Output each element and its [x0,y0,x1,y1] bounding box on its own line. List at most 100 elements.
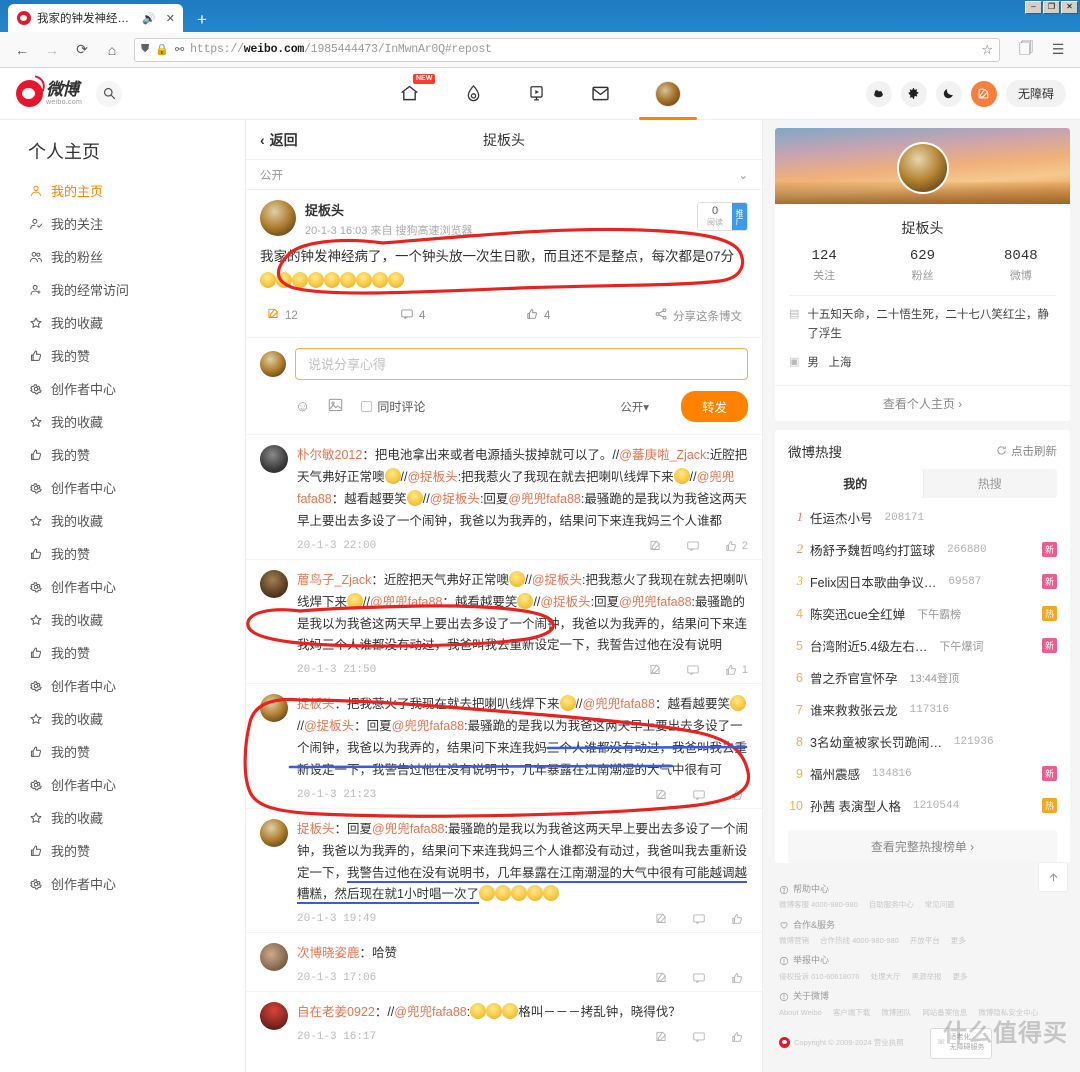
lock-icon[interactable]: 🔒 [155,43,169,56]
sidebar-item-13[interactable]: 我的收藏 [0,603,245,636]
comment-repost-button[interactable] [648,663,662,677]
profile-stat-粉丝[interactable]: 629 粉丝 [873,248,971,283]
sidebar-item-17[interactable]: 我的赞 [0,735,245,768]
footer-link[interactable]: About Weibo [779,1007,822,1018]
smiley-icon[interactable]: ☺ [295,398,310,415]
back-to-top-button[interactable] [1038,862,1068,892]
window-close-button[interactable]: ✕ [1061,1,1078,14]
sidebar-item-7[interactable]: 我的收藏 [0,405,245,438]
home-icon[interactable]: ⌂ [98,37,126,63]
hotsearch-keyword[interactable]: 任运杰小号 [810,508,873,527]
promo-badge[interactable]: 推广 [732,203,747,231]
hotsearch-item[interactable]: 5 台湾附近5.4级左右… 下午爆词 新 [775,630,1070,662]
hotsearch-keyword[interactable]: 陈奕迅cue全红婵 [810,604,905,623]
comment-author[interactable]: 朴尔敏2012 [297,448,362,462]
search-icon[interactable] [96,80,123,107]
comment-repost-button[interactable] [648,539,662,553]
footer-link[interactable]: 合作热线 4000-980-980 [820,935,899,946]
sidebar-item-1[interactable]: 我的关注 [0,207,245,240]
sidebar-item-9[interactable]: 创作者中心 [0,471,245,504]
comment-author[interactable]: 捉板头 [297,822,335,836]
mention-link[interactable]: @捉板头 [407,470,457,484]
back-button[interactable]: ‹ 返回 [260,130,298,150]
composer-visibility[interactable]: 公开▾ [620,399,649,415]
window-minimize-button[interactable]: – [1025,1,1042,14]
comment-avatar[interactable] [260,569,288,598]
checkbox-icon[interactable] [361,401,373,413]
back-icon[interactable]: ← [8,37,36,63]
comment-like-button[interactable]: 2 [724,539,748,553]
forward-icon[interactable]: → [38,37,66,63]
footer-link[interactable]: 开放平台 [910,935,940,946]
sidebar-item-10[interactable]: 我的收藏 [0,504,245,537]
nav-message[interactable] [590,68,611,120]
hotsearch-keyword[interactable]: 谁来救救张云龙 [810,700,898,719]
nav-profile[interactable] [655,68,681,120]
comment-author[interactable]: 捉板头 [297,697,335,711]
sidebar-item-4[interactable]: 我的收藏 [0,306,245,339]
sidebar-item-16[interactable]: 我的收藏 [0,702,245,735]
sidebar-item-21[interactable]: 创作者中心 [0,867,245,900]
sidebar-item-5[interactable]: 我的赞 [0,339,245,372]
chevron-down-icon[interactable]: ⌄ [738,168,748,182]
footer-link[interactable]: 微博客服 4000-980-980 [779,899,858,910]
mention-link[interactable]: @捉板头 [304,719,354,733]
sidebar-item-11[interactable]: 我的赞 [0,537,245,570]
url-text[interactable]: https://weibo.com/1985444473/InMwnAr0Q#r… [190,43,975,56]
composer-input[interactable] [295,348,748,381]
hotsearch-item[interactable]: 8 3名幼童被家长罚跪闹… 121936 [775,726,1070,758]
comment-reply-button[interactable] [692,971,706,985]
mention-link[interactable]: @兜兜fafa88 [619,595,691,609]
mention-link[interactable]: @兜兜fafa88 [508,492,580,506]
comment-repost-button[interactable] [654,971,668,985]
window-maximize-button[interactable]: ❐ [1043,1,1060,14]
footer-link[interactable]: 更多 [951,935,966,946]
refresh-button[interactable]: 点击刷新 [996,443,1057,459]
hotsearch-tab-0[interactable]: 我的 [788,468,923,498]
sidebar-item-6[interactable]: 创作者中心 [0,372,245,405]
moon-icon[interactable] [935,80,962,107]
browser-tab[interactable]: 我家的钟发神经病了，... 🔊 ✕ [8,4,183,32]
hotsearch-tab-1[interactable]: 热搜 [923,469,1058,498]
comment-avatar[interactable] [260,694,288,723]
post-action-comment[interactable]: 4 [400,307,525,324]
footer-link[interactable]: 更多 [952,971,967,982]
comment-author[interactable]: 葿鸟子_Zjack [297,573,371,587]
comment-like-button[interactable] [730,912,748,926]
post-avatar[interactable] [260,200,296,236]
comment-avatar[interactable] [260,943,288,972]
mention-link[interactable]: @兜兜fafa88 [370,595,442,609]
comment-author[interactable]: 次博晓姿鹿 [297,946,360,960]
visibility-bar[interactable]: 公开 ⌄ [246,160,762,190]
weibo-logo[interactable]: 微博 weibo.com [16,80,82,107]
mention-link[interactable]: @蕃庚啦_Zjack [619,448,706,462]
accessibility-button[interactable]: 无障碍 [1005,80,1066,107]
sidebar-item-15[interactable]: 创作者中心 [0,669,245,702]
comment-like-button[interactable] [730,971,748,985]
hotsearch-keyword[interactable]: 福州震感 [810,764,860,783]
footer-link[interactable]: 网站备案信息 [922,1007,967,1018]
post-action-share[interactable]: 分享这条博文 [645,307,748,324]
image-icon[interactable] [328,398,343,416]
hotsearch-item[interactable]: 10 孙茜 表演型人格 1210544 热 [775,790,1070,822]
footer-link[interactable]: 黑源举报 [911,971,941,982]
hotsearch-item[interactable]: 4 陈奕迅cue全红婵 下午霸榜 热 [775,598,1070,630]
comment-reply-button[interactable] [692,788,706,802]
nav-video[interactable] [527,68,546,120]
footer-link[interactable]: 侵权投诉 010-60618076 [779,971,859,982]
view-profile-button[interactable]: 查看个人主页 › [775,384,1070,421]
nav-home[interactable]: NEW [399,68,436,120]
hotsearch-keyword[interactable]: 曾之乔官宣怀孕 [810,668,898,687]
cloud-icon[interactable] [865,80,892,107]
shield-icon[interactable]: ⛊ [141,43,149,56]
mention-link[interactable]: @捉板头 [540,595,590,609]
footer-link[interactable]: 常见问题 [925,899,955,910]
comment-repost-button[interactable] [654,912,668,926]
hotsearch-keyword[interactable]: 孙茜 表演型人格 [810,796,901,815]
post-source[interactable]: 搜狗高速浏览器 [396,225,473,237]
comment-like-button[interactable] [730,1030,748,1044]
compose-icon[interactable] [970,80,997,107]
sidebar-item-19[interactable]: 我的收藏 [0,801,245,834]
speaker-icon[interactable]: 🔊 [140,12,158,25]
sidebar-item-14[interactable]: 我的赞 [0,636,245,669]
